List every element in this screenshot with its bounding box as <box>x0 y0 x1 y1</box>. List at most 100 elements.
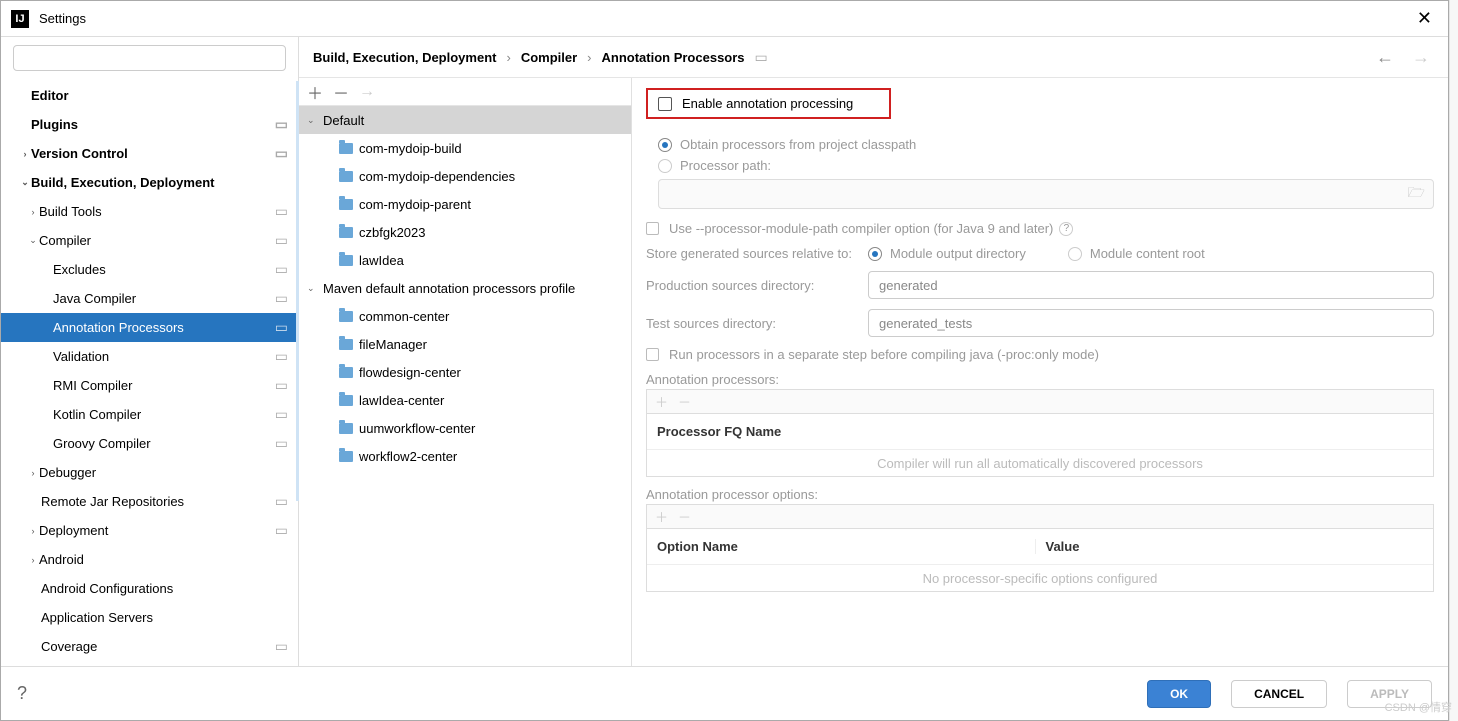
separate-step-checkbox[interactable] <box>646 348 659 361</box>
sidebar-item-groovy-compiler[interactable]: Groovy Compiler▭ <box>1 429 298 458</box>
project-scope-icon: ▭ <box>275 493 288 510</box>
sidebar-item-label: Editor <box>31 88 288 103</box>
sidebar-item-label: Remote Jar Repositories <box>41 494 275 509</box>
enable-annotation-checkbox[interactable] <box>658 97 672 111</box>
settings-sidebar: 🔍 EditorPlugins▭›Version Control▭⌄Build,… <box>1 37 299 666</box>
window-edge <box>1449 0 1458 721</box>
profile-item[interactable]: czbfgk2023 <box>299 218 631 246</box>
sidebar-item-label: Application Servers <box>41 610 288 625</box>
profile-item-label: Maven default annotation processors prof… <box>323 281 575 296</box>
annotation-processors-label: Annotation processors: <box>646 372 1434 387</box>
module-content-radio[interactable] <box>1068 247 1082 261</box>
nav-back-icon[interactable]: ← <box>1372 47 1398 68</box>
profile-item-label: com-mydoip-build <box>359 141 462 156</box>
project-scope-icon: ▭ <box>275 116 288 133</box>
processor-path-label: Processor path: <box>680 158 771 173</box>
help-button[interactable]: ? <box>17 683 27 704</box>
move-profile-button: → <box>359 83 375 101</box>
sidebar-item-docker[interactable]: ›Docker <box>1 661 298 666</box>
sidebar-item-validation[interactable]: Validation▭ <box>1 342 298 371</box>
sidebar-item-application-servers[interactable]: Application Servers <box>1 603 298 632</box>
sidebar-item-build-tools[interactable]: ›Build Tools▭ <box>1 197 298 226</box>
close-button[interactable]: ✕ <box>1411 8 1438 29</box>
module-path-checkbox[interactable] <box>646 222 659 235</box>
profile-item[interactable]: fileManager <box>299 330 631 358</box>
module-output-label: Module output directory <box>890 246 1026 261</box>
profile-item[interactable]: ⌄Default <box>299 106 631 134</box>
profile-item[interactable]: workflow2-center <box>299 442 631 470</box>
sidebar-item-rmi-compiler[interactable]: RMI Compiler▭ <box>1 371 298 400</box>
sidebar-item-label: Coverage <box>41 639 275 654</box>
options-table: Option Name Value No processor-specific … <box>646 528 1434 592</box>
breadcrumb-sep: › <box>587 50 591 65</box>
titlebar: IJ Settings ✕ <box>1 1 1448 37</box>
sidebar-item-android[interactable]: ›Android <box>1 545 298 574</box>
profile-item[interactable]: uumworkflow-center <box>299 414 631 442</box>
sidebar-item-build-execution-deployment[interactable]: ⌄Build, Execution, Deployment <box>1 168 298 197</box>
help-icon[interactable]: ? <box>1059 222 1073 236</box>
search-input[interactable] <box>13 45 286 71</box>
remove-option-button[interactable]: － <box>678 507 691 526</box>
prod-dir-input[interactable]: generated <box>868 271 1434 299</box>
remove-processor-button[interactable]: － <box>678 392 691 411</box>
folder-icon <box>339 395 353 406</box>
profile-item-label: com-mydoip-parent <box>359 197 471 212</box>
sidebar-item-label: Java Compiler <box>53 291 275 306</box>
enable-annotation-highlight: Enable annotation processing <box>646 88 891 119</box>
processor-path-input[interactable]: 🗁 <box>658 179 1434 209</box>
profile-item[interactable]: flowdesign-center <box>299 358 631 386</box>
test-dir-label: Test sources directory: <box>646 316 856 331</box>
browse-folder-icon[interactable]: 🗁 <box>1408 182 1425 206</box>
sidebar-item-annotation-processors[interactable]: Annotation Processors▭ <box>1 313 298 342</box>
obtain-classpath-radio[interactable] <box>658 138 672 152</box>
sidebar-item-compiler[interactable]: ⌄Compiler▭ <box>1 226 298 255</box>
add-profile-button[interactable]: ＋ <box>307 80 323 104</box>
profile-item[interactable]: lawIdea-center <box>299 386 631 414</box>
project-scope-icon: ▭ <box>275 435 288 452</box>
chevron-icon: ⌄ <box>27 235 39 246</box>
sidebar-item-remote-jar-repositories[interactable]: Remote Jar Repositories▭ <box>1 487 298 516</box>
profile-item[interactable]: common-center <box>299 302 631 330</box>
sidebar-item-version-control[interactable]: ›Version Control▭ <box>1 139 298 168</box>
sidebar-item-label: Annotation Processors <box>53 320 275 335</box>
processors-table: Processor FQ Name Compiler will run all … <box>646 413 1434 477</box>
ok-button[interactable]: OK <box>1147 680 1211 708</box>
project-scope-icon: ▭ <box>275 145 288 162</box>
sidebar-item-kotlin-compiler[interactable]: Kotlin Compiler▭ <box>1 400 298 429</box>
sidebar-item-excludes[interactable]: Excludes▭ <box>1 255 298 284</box>
breadcrumb-sep: › <box>506 50 510 65</box>
sidebar-item-plugins[interactable]: Plugins▭ <box>1 110 298 139</box>
option-value-header: Value <box>1035 539 1424 554</box>
processor-options-label: Annotation processor options: <box>646 487 1434 502</box>
test-dir-input[interactable]: generated_tests <box>868 309 1434 337</box>
breadcrumb: Build, Execution, Deployment › Compiler … <box>299 37 1448 77</box>
remove-profile-button[interactable]: － <box>333 80 349 104</box>
project-scope-icon: ▭ <box>275 638 288 655</box>
add-processor-button[interactable]: ＋ <box>655 392 668 411</box>
sidebar-item-label: Compiler <box>39 233 275 248</box>
profile-item[interactable]: com-mydoip-dependencies <box>299 162 631 190</box>
breadcrumb-part[interactable]: Compiler <box>521 50 577 65</box>
sidebar-item-label: Debugger <box>39 465 288 480</box>
sidebar-item-deployment[interactable]: ›Deployment▭ <box>1 516 298 545</box>
cancel-button[interactable]: CANCEL <box>1231 680 1327 708</box>
profile-item[interactable]: com-mydoip-parent <box>299 190 631 218</box>
sidebar-item-java-compiler[interactable]: Java Compiler▭ <box>1 284 298 313</box>
sidebar-item-debugger[interactable]: ›Debugger <box>1 458 298 487</box>
add-option-button[interactable]: ＋ <box>655 507 668 526</box>
project-scope-icon: ▭ <box>275 406 288 423</box>
profile-item[interactable]: lawIdea <box>299 246 631 274</box>
profile-item[interactable]: com-mydoip-build <box>299 134 631 162</box>
sidebar-item-label: Build, Execution, Deployment <box>31 175 288 190</box>
project-scope-icon: ▭ <box>275 377 288 394</box>
processor-path-radio[interactable] <box>658 159 672 173</box>
apply-button[interactable]: APPLY <box>1347 680 1432 708</box>
sidebar-item-coverage[interactable]: Coverage▭ <box>1 632 298 661</box>
obtain-classpath-label: Obtain processors from project classpath <box>680 137 916 152</box>
module-output-radio[interactable] <box>868 247 882 261</box>
profile-item-label: workflow2-center <box>359 449 457 464</box>
profile-item[interactable]: ⌄Maven default annotation processors pro… <box>299 274 631 302</box>
sidebar-item-android-configurations[interactable]: Android Configurations <box>1 574 298 603</box>
breadcrumb-part[interactable]: Build, Execution, Deployment <box>313 50 496 65</box>
sidebar-item-editor[interactable]: Editor <box>1 81 298 110</box>
